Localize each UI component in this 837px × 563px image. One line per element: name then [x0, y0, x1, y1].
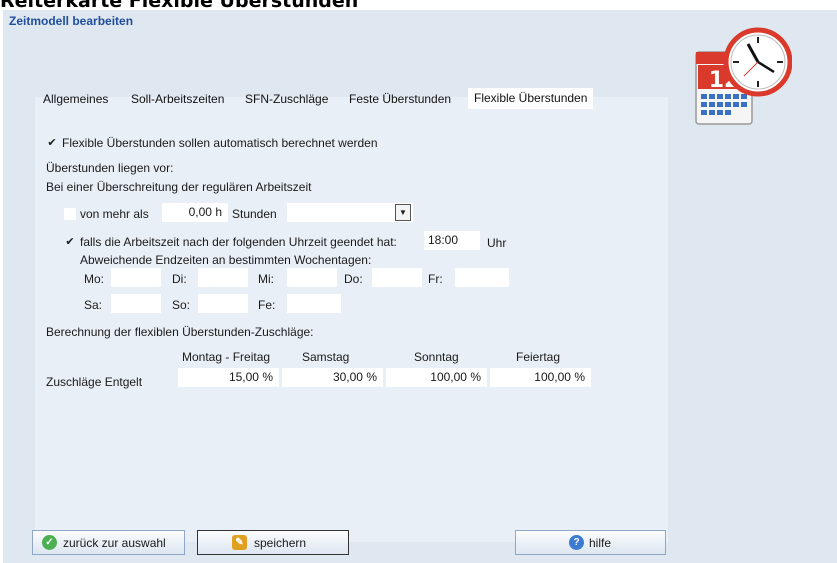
end-time-value: 18:00 [428, 233, 459, 247]
back-button-label: zurück zur auswahl [63, 536, 166, 550]
weekday-input-sa[interactable] [111, 294, 161, 313]
surcharge-input-weekdays[interactable]: 15,00 % [178, 368, 279, 387]
weekday-label-mo: Mo: [84, 272, 105, 286]
surcharge-input-sunday[interactable]: 100,00 % [386, 368, 487, 387]
weekday-input-mo[interactable] [111, 268, 161, 287]
help-button-label: hilfe [589, 536, 612, 550]
overtime-heading: Überstunden liegen vor: [46, 161, 174, 175]
end-time-unit: Uhr [487, 236, 507, 250]
tab-soll-arbeitszeiten[interactable]: Soll-Arbeitszeiten [131, 92, 224, 106]
surcharge-input-saturday[interactable]: 30,00 % [282, 368, 383, 387]
surcharge-value-weekdays: 15,00 % [228, 370, 273, 384]
end-time-checkbox[interactable]: ✔ [64, 236, 76, 248]
surcharge-value-saturday: 30,00 % [332, 370, 377, 384]
help-button[interactable]: ? hilfe [515, 530, 666, 555]
weekday-input-do[interactable] [372, 268, 422, 287]
weekday-heading: Abweichende Endzeiten an bestimmten Woch… [80, 253, 372, 267]
exceed-heading: Bei einer Überschreitung der regulären A… [46, 180, 312, 194]
surcharge-value-holiday: 100,00 % [534, 370, 585, 384]
end-time-label: falls die Arbeitszeit nach der folgenden… [80, 235, 397, 249]
window-title: Zeitmodell bearbeiten [9, 14, 134, 28]
check-circle-icon: ✓ [42, 535, 57, 550]
save-icon: ✎ [232, 535, 247, 550]
weekday-label-di: Di: [172, 272, 187, 286]
surcharge-col-holiday: Feiertag [516, 350, 561, 364]
weekday-input-di[interactable] [198, 268, 248, 287]
tab-allgemeines[interactable]: Allgemeines [43, 92, 108, 106]
surcharge-col-weekdays: Montag - Freitag [182, 350, 271, 364]
save-button-label: speichern [254, 536, 307, 550]
tab-sfn-zuschlaege[interactable]: SFN-Zuschläge [245, 92, 328, 106]
weekday-label-mi: Mi: [258, 272, 274, 286]
weekday-label-so: So: [172, 298, 191, 312]
surcharge-row-label: Zuschläge Entgelt [46, 375, 143, 389]
weekday-input-fe[interactable] [287, 294, 341, 313]
more-than-hours-value: 0,00 h [188, 205, 222, 219]
weekday-label-fe: Fe: [258, 298, 276, 312]
more-than-label: von mehr als [80, 207, 149, 221]
back-button[interactable]: ✓ zurück zur auswahl [32, 530, 185, 555]
surcharge-input-holiday[interactable]: 100,00 % [490, 368, 591, 387]
more-than-checkbox[interactable] [64, 208, 76, 220]
auto-calc-label: Flexible Überstunden sollen automatisch … [62, 136, 378, 150]
hours-unit-label: Stunden [232, 207, 277, 221]
more-than-hours-input[interactable]: 0,00 h [162, 203, 228, 222]
weekday-input-fr[interactable] [455, 268, 509, 287]
save-button[interactable]: ✎ speichern [197, 530, 349, 555]
hours-period-select[interactable]: ▼ [287, 203, 413, 222]
weekday-input-mi[interactable] [287, 268, 337, 287]
weekday-label-do: Do: [344, 272, 363, 286]
surcharge-heading: Berechnung der flexiblen Überstunden-Zus… [46, 325, 314, 339]
surcharge-col-sunday: Sonntag [414, 350, 459, 364]
calendar-clock-icon: 12 [692, 24, 793, 134]
weekday-label-sa: Sa: [84, 298, 103, 312]
surcharge-value-sunday: 100,00 % [430, 370, 481, 384]
help-icon: ? [569, 535, 584, 550]
surcharge-col-saturday: Samstag [302, 350, 350, 364]
tab-feste-ueberstunden[interactable]: Feste Überstunden [349, 92, 451, 106]
auto-calc-checkbox[interactable]: ✔ [46, 137, 58, 149]
weekday-input-so[interactable] [198, 294, 248, 313]
weekday-label-fr: Fr: [428, 272, 443, 286]
chevron-down-icon[interactable]: ▼ [395, 204, 411, 221]
tab-flexible-ueberstunden[interactable]: Flexible Überstunden [468, 88, 594, 109]
end-time-input[interactable]: 18:00 [424, 231, 480, 250]
